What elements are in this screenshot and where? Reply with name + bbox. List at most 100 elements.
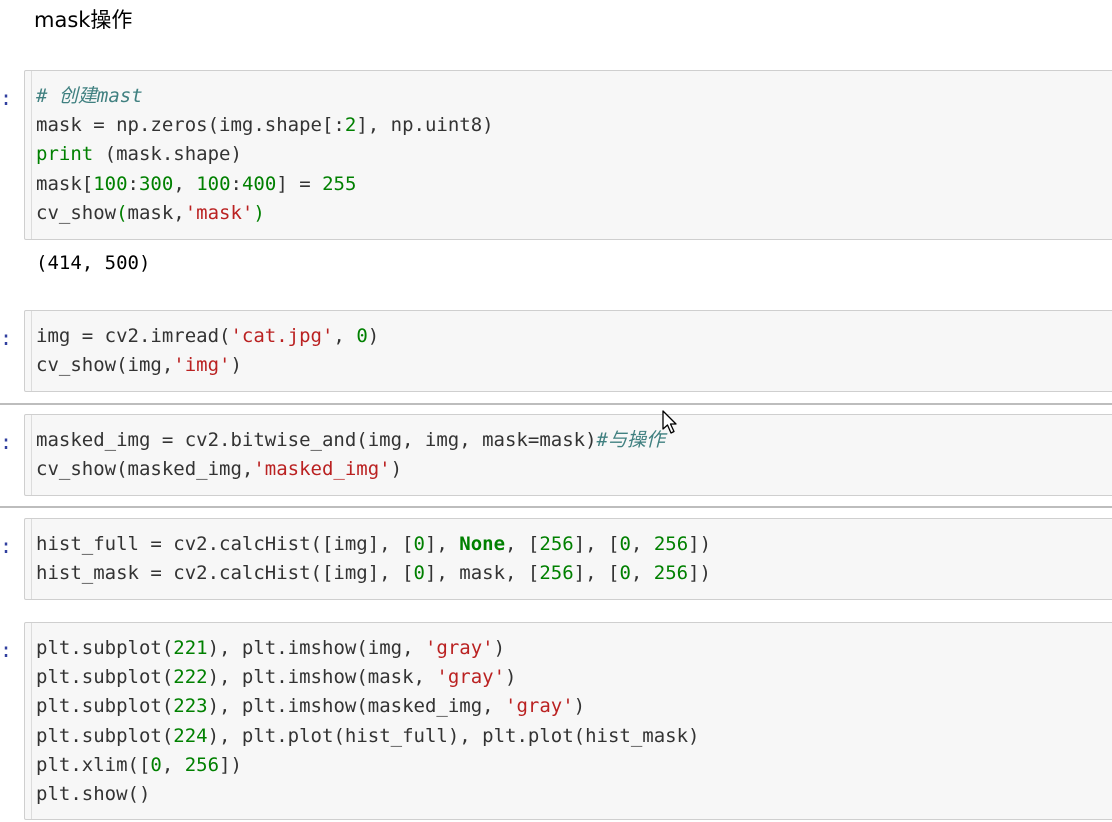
code-token: 100 [93,172,128,195]
code-token: 100 [196,172,231,195]
code-token: ], np.uint8) [356,114,494,137]
code-token: hist_full = cv2.calcHist([img], [ [36,533,414,555]
code-token: 0 [413,562,425,585]
code-token: , [ [505,533,540,555]
code-token: plt.subplot( [36,666,174,689]
code-token: 300 [138,172,174,195]
cell-separator [0,506,1112,508]
code-token: 2 [344,114,357,137]
code-token: ), plt.imshow(masked_img, [207,695,506,718]
code-line: cv_show(mask,'mask') [36,199,1112,228]
code-line: # 创建mast [36,82,1112,111]
code-token: 256 [653,562,689,585]
code-token: masked_img = cv2.bitwise_and(img, img, m… [36,429,597,451]
code-token: ( [116,201,128,224]
cell-gutter [25,311,32,391]
code-token: ), plt.plot(hist_full), plt.plot(hist_ma… [207,724,700,747]
code-token: 256 [184,753,220,776]
code-token: 256 [539,533,574,555]
code-line: plt.subplot(224), plt.plot(hist_full), p… [36,722,1112,751]
code-token: ) [253,201,265,224]
code-token: : [127,172,139,195]
code-token: ) [230,354,242,377]
mouse-pointer-icon [662,410,677,434]
code-line: plt.show() [36,780,1112,809]
code-token: 223 [173,695,208,718]
code-token: ), plt.imshow(img, [207,637,425,659]
cell-prompt: : [0,534,13,558]
code-token: 'masked_img' [253,458,391,481]
code-cell-5[interactable]: plt.subplot(221), plt.imshow(img, 'gray'… [24,622,1112,820]
code-token: ], [424,533,460,555]
code-token: mask = np.zeros(img.shape[: [36,114,345,137]
code-line: img = cv2.imread('cat.jpg', 0) [36,322,1112,351]
code-token: ), plt.imshow(mask, [207,666,437,689]
code-token: 255 [322,172,357,195]
code-line: hist_mask = cv2.calcHist([img], [0], mas… [36,559,1112,588]
code-token: , [630,533,654,555]
code-token: cv_show [36,201,117,224]
code-token: 256 [653,533,689,555]
code-token: ]) [219,753,242,776]
code-token: , [333,325,357,347]
code-line: mask = np.zeros(img.shape[:2], np.uint8) [36,111,1112,140]
code-token: ) [367,325,380,347]
code-token: print [36,143,94,166]
code-line: hist_full = cv2.calcHist([img], [0], Non… [36,530,1112,559]
code-cell-3[interactable]: masked_img = cv2.bitwise_and(img, img, m… [24,414,1112,496]
code-token: ]) [688,562,711,585]
code-token: ], mask, [ [424,562,540,585]
code-line: print (mask.shape) [36,140,1112,169]
code-editor[interactable]: img = cv2.imread('cat.jpg', 0) cv_show(im… [25,311,1112,380]
code-token: plt.subplot( [36,637,174,659]
code-cell-2[interactable]: img = cv2.imread('cat.jpg', 0) cv_show(im… [24,310,1112,392]
code-token: mask, [127,201,185,224]
code-token: hist_mask = cv2.calcHist([img], [ [36,562,414,585]
code-token: 400 [241,172,277,195]
code-cell-1[interactable]: # 创建mast mask = np.zeros(img.shape[:2], n… [24,70,1112,240]
code-token: ) [493,637,506,659]
code-line: cv_show(img,'img') [36,351,1112,380]
cell-prompt: : [0,638,13,662]
code-token: ], [ [573,533,620,555]
markdown-heading: mask操作 [34,8,133,32]
code-token: #与操作 [596,429,665,451]
code-token: , [630,562,654,585]
code-token: plt.xlim([ [36,753,151,776]
code-token: , [161,753,185,776]
code-token: ) [390,458,403,481]
code-token: 256 [539,562,574,585]
code-token: ] = [276,172,323,195]
code-line: plt.subplot(221), plt.imshow(img, 'gray'… [36,634,1112,663]
code-token: : [230,172,242,195]
code-cell-4[interactable]: hist_full = cv2.calcHist([img], [0], Non… [24,518,1112,600]
code-token: ], [ [573,562,620,585]
cell-prompt: : [0,326,13,350]
cell-gutter [25,415,32,495]
code-token: plt.show() [36,783,151,806]
code-line: masked_img = cv2.bitwise_and(img, img, m… [36,426,1112,455]
code-token: , [173,172,197,195]
code-token: cv_show(masked_img, [36,458,254,481]
code-editor[interactable]: hist_full = cv2.calcHist([img], [0], Non… [25,519,1112,588]
code-token: 224 [173,724,208,747]
code-token: # 创建mast [36,85,143,107]
cell-prompt: : [0,86,13,110]
code-token: cv_show(img, [36,354,174,377]
cell-gutter [25,71,32,239]
cell-output: (414, 500) [36,252,151,274]
code-token: 222 [173,666,208,689]
code-editor[interactable]: # 创建mast mask = np.zeros(img.shape[:2], n… [25,71,1112,228]
code-token: 0 [356,325,368,347]
code-token: 'img' [173,354,231,377]
code-token: (mask.shape) [93,143,242,166]
code-editor[interactable]: plt.subplot(221), plt.imshow(img, 'gray'… [25,623,1112,809]
code-token: 0 [413,533,425,555]
code-token: ]) [688,533,712,555]
code-line: plt.subplot(222), plt.imshow(mask, 'gray… [36,663,1112,692]
code-line: mask[100:300, 100:400] = 255 [36,170,1112,199]
code-token: 'gray' [436,666,506,689]
code-line: plt.subplot(223), plt.imshow(masked_img,… [36,692,1112,721]
code-editor[interactable]: masked_img = cv2.bitwise_and(img, img, m… [25,415,1112,484]
cell-prompt: : [0,430,13,454]
